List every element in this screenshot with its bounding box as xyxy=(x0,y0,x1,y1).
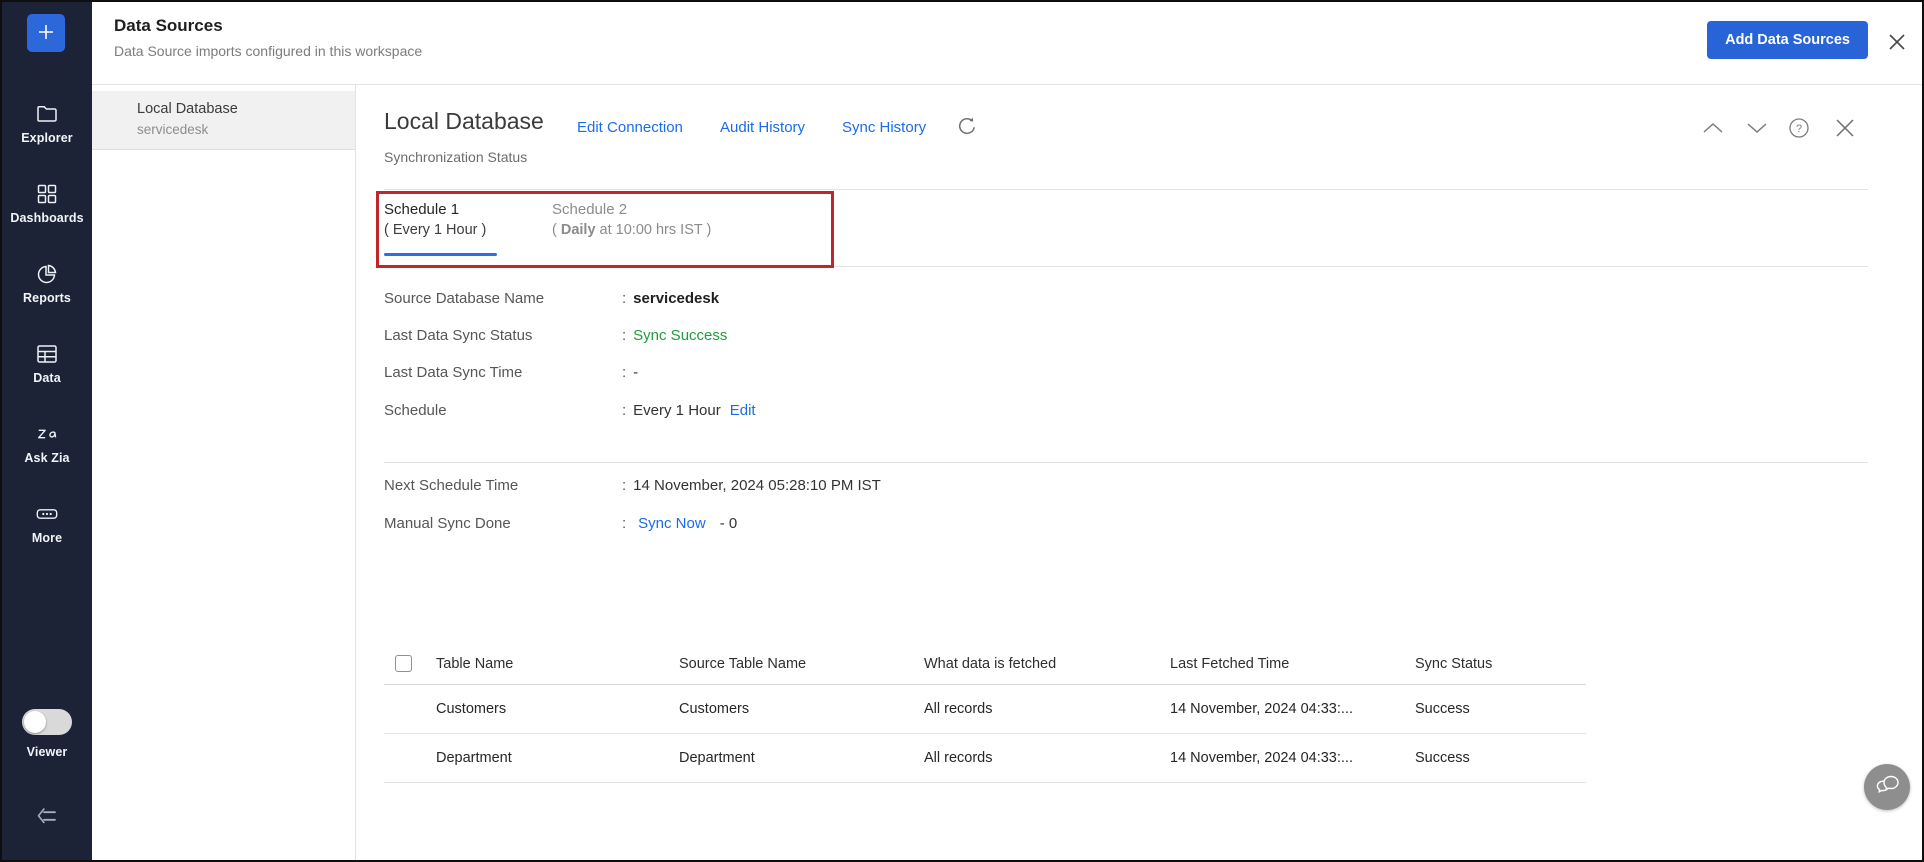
toggle-knob xyxy=(24,711,46,733)
sidebar-item-label: Dashboards xyxy=(10,211,84,225)
tab-subtitle: ( Every 1 Hour ) xyxy=(384,222,487,238)
folder-icon xyxy=(35,102,59,126)
dashboard-grid-icon xyxy=(35,182,59,206)
field-value: 14 November, 2024 05:28:10 PM IST xyxy=(633,477,881,494)
table-header-row: Table Name Source Table Name What data i… xyxy=(384,643,1586,685)
add-data-sources-button[interactable]: Add Data Sources xyxy=(1707,21,1868,59)
tab-subtitle: ( Daily at 10:00 hrs IST ) xyxy=(552,222,712,238)
sidebar-item-ask-zia[interactable]: Ask Zia xyxy=(2,422,92,476)
field-value: Every 1 Hour xyxy=(633,402,721,419)
tab-title: Schedule 2 xyxy=(552,201,628,218)
viewer-toggle[interactable] xyxy=(22,709,72,735)
column-header: Sync Status xyxy=(1415,655,1493,672)
next-chevron-down-icon[interactable] xyxy=(1744,115,1770,141)
field-value: - xyxy=(633,364,639,381)
viewer-toggle-label: Viewer xyxy=(26,745,68,759)
sidebar-item-label: More xyxy=(31,531,63,545)
source-database-name: servicedesk xyxy=(137,122,209,137)
close-detail-icon[interactable] xyxy=(1832,115,1858,141)
sidebar: Explorer Dashboards Reports Data Ask Zia xyxy=(2,2,92,860)
field-value: servicedesk xyxy=(633,290,720,307)
sidebar-item-reports[interactable]: Reports xyxy=(2,262,92,316)
close-icon[interactable] xyxy=(1884,29,1910,55)
sidebar-item-label: Data xyxy=(33,371,61,385)
field-next-schedule-time: Next Schedule Time:14 November, 2024 05:… xyxy=(384,477,881,494)
chat-support-button[interactable] xyxy=(1864,764,1910,810)
data-table-icon xyxy=(35,342,59,366)
zia-icon xyxy=(35,422,59,446)
active-tab-indicator xyxy=(384,253,497,256)
source-name: Local Database xyxy=(137,101,238,117)
detail-title: Local Database xyxy=(384,108,544,134)
data-source-list: Local Database servicedesk xyxy=(92,85,356,860)
collapse-sidebar-icon[interactable] xyxy=(33,802,61,830)
create-new-button[interactable] xyxy=(27,14,65,52)
more-ellipsis-icon xyxy=(35,502,59,526)
select-all-checkbox[interactable] xyxy=(395,655,412,672)
sidebar-item-label: Reports xyxy=(23,291,71,305)
field-last-data-sync-status: Last Data Sync Status: Sync Success xyxy=(384,327,728,344)
status-badge: Sync Success xyxy=(633,327,728,344)
page-header: Data Sources Data Source imports configu… xyxy=(92,2,1922,85)
pie-chart-icon xyxy=(35,262,59,286)
tab-schedule-2[interactable]: Schedule 2 ( Daily at 10:00 hrs IST ) xyxy=(552,201,711,238)
field-manual-sync-done: Manual Sync Done: Sync Now - 0 xyxy=(384,515,738,532)
table-row[interactable]: Department Department All records 14 Nov… xyxy=(384,734,1586,783)
page-title: Data Sources xyxy=(114,16,223,35)
field-schedule: Schedule: Every 1 Hour Edit xyxy=(384,402,756,419)
column-header: Last Fetched Time xyxy=(1170,655,1290,672)
page-subtitle: Data Source imports configured in this w… xyxy=(114,43,423,59)
column-header: Source Table Name xyxy=(679,655,807,672)
divider xyxy=(384,189,1868,190)
row-sync-status: Success xyxy=(1415,750,1470,766)
edit-schedule-link[interactable]: Edit xyxy=(730,402,756,419)
column-header: What data is fetched xyxy=(924,655,1057,672)
tables-sync-table: Table Name Source Table Name What data i… xyxy=(384,643,1586,783)
previous-chevron-up-icon[interactable] xyxy=(1700,115,1726,141)
tab-title: Schedule 1 xyxy=(384,201,460,218)
tab-schedule-1[interactable]: Schedule 1 ( Every 1 Hour ) xyxy=(384,201,486,238)
field-last-data-sync-time: Last Data Sync Time: - xyxy=(384,364,639,381)
source-detail-panel: Local Database Edit Connection Audit His… xyxy=(356,85,1922,860)
sync-now-link[interactable]: Sync Now xyxy=(638,515,706,532)
sidebar-item-dashboards[interactable]: Dashboards xyxy=(2,182,92,236)
chat-bubbles-icon xyxy=(1873,772,1901,803)
divider xyxy=(384,462,1868,463)
column-header: Table Name xyxy=(436,655,514,672)
help-icon[interactable]: ? xyxy=(1786,115,1812,141)
sidebar-item-data[interactable]: Data xyxy=(2,342,92,396)
row-sync-status: Success xyxy=(1415,701,1470,717)
sidebar-item-more[interactable]: More xyxy=(2,502,92,556)
sync-history-link[interactable]: Sync History xyxy=(842,119,926,136)
source-list-item-local-database[interactable]: Local Database servicedesk xyxy=(92,91,355,150)
audit-history-link[interactable]: Audit History xyxy=(720,119,805,136)
section-label: Synchronization Status xyxy=(384,149,528,165)
field-source-database-name: Source Database Name: servicedesk xyxy=(384,290,720,307)
sync-count: - 0 xyxy=(719,515,738,532)
svg-text:?: ? xyxy=(1796,123,1802,135)
table-row[interactable]: Customers Customers All records 14 Novem… xyxy=(384,685,1586,734)
refresh-icon[interactable] xyxy=(955,114,979,138)
plus-icon xyxy=(36,22,56,45)
divider xyxy=(384,266,1868,267)
sidebar-item-label: Ask Zia xyxy=(24,451,70,465)
sidebar-item-label: Explorer xyxy=(21,131,73,145)
app-window: Explorer Dashboards Reports Data Ask Zia xyxy=(0,0,1924,862)
sidebar-item-explorer[interactable]: Explorer xyxy=(2,102,92,156)
edit-connection-link[interactable]: Edit Connection xyxy=(577,119,683,136)
